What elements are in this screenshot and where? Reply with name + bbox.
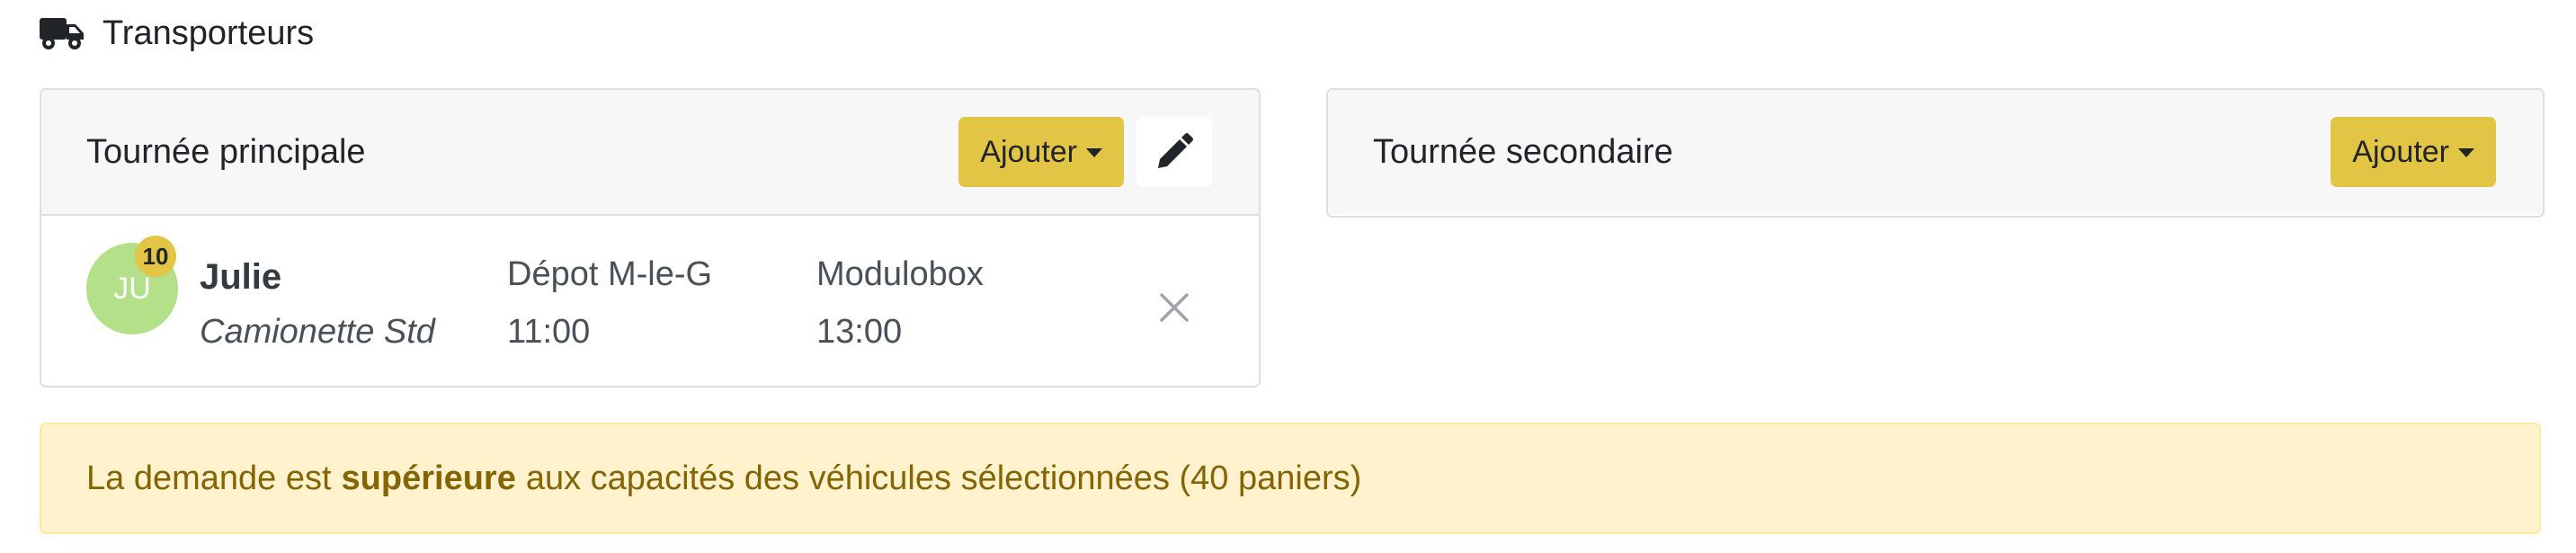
add-main-label: Ajouter (980, 134, 1077, 169)
alert-text-after: aux capacités des véhicules sélectionnée… (525, 459, 1362, 497)
caret-down-icon (2458, 148, 2474, 157)
pencil-icon (1158, 133, 1193, 168)
capacity-badge: 10 (135, 236, 176, 277)
main-round-title: Tournée principale (86, 132, 366, 171)
transporter-row: JU 10 Julie Camionette Std Dépot M-le-G … (41, 216, 1259, 384)
secondary-round-header: Tournée secondaire Ajouter (1328, 90, 2543, 214)
avatar-initials: JU (113, 271, 151, 306)
stop-1-label: Dépot M-le-G (507, 255, 713, 293)
add-secondary-label: Ajouter (2352, 134, 2449, 169)
truck-icon (40, 16, 85, 50)
secondary-round-card: Tournée secondaire Ajouter (1326, 88, 2545, 218)
stop-2-time: 13:00 (816, 313, 903, 351)
close-icon (1160, 293, 1189, 322)
main-round-card: Tournée principale Ajouter JU 10 Julie C… (40, 88, 1261, 388)
main-round-actions: Ajouter (958, 117, 1212, 187)
remove-transporter-button[interactable] (1158, 291, 1190, 324)
add-main-button[interactable]: Ajouter (958, 117, 1124, 187)
alert-text-before: La demande est (86, 459, 332, 497)
vehicle-name: Camionette Std (200, 313, 435, 351)
driver-name: Julie (200, 257, 282, 297)
edit-button[interactable] (1136, 117, 1212, 187)
caret-down-icon (1086, 148, 1102, 157)
secondary-round-title: Tournée secondaire (1373, 132, 1673, 171)
section-title: Transporteurs (103, 13, 315, 52)
capacity-alert: La demande est supérieure aux capacités … (40, 423, 2541, 534)
add-secondary-button[interactable]: Ajouter (2331, 117, 2496, 187)
capacity-badge-value: 10 (142, 242, 169, 270)
section-header: Transporteurs (40, 13, 314, 54)
alert-emphasis: supérieure (341, 459, 516, 497)
stop-2-label: Modulobox (816, 255, 984, 293)
stop-1-time: 11:00 (507, 313, 591, 351)
main-round-header: Tournée principale Ajouter (41, 90, 1259, 216)
